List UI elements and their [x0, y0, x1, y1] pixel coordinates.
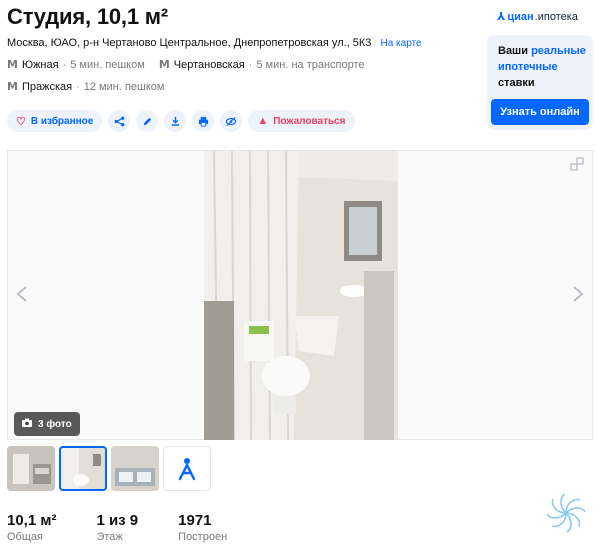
print-icon	[198, 116, 208, 127]
favorite-button[interactable]: ♡ В избранное	[7, 110, 103, 132]
heart-icon: ♡	[16, 115, 26, 128]
tour-button[interactable]	[163, 446, 211, 491]
prev-photo-button[interactable]	[16, 286, 28, 307]
address-text: Москва, ЮАО, р-н Чертаново Центральное, …	[7, 37, 372, 49]
tour-icon	[178, 457, 196, 480]
chevron-left-icon	[16, 286, 27, 302]
complain-label: Пожаловаться	[273, 115, 346, 127]
share-button[interactable]	[108, 110, 131, 132]
hide-button[interactable]	[220, 110, 243, 132]
metro-row-1: M Южная · 5 мин. пешком M Чертановская ·…	[7, 58, 365, 71]
brand-name: циан	[507, 10, 534, 23]
listing-address: Москва, ЮАО, р-н Чертаново Центральное, …	[7, 37, 422, 49]
favorite-label: В избранное	[30, 115, 94, 127]
metro-icon: M	[7, 80, 18, 93]
separator-dot: ·	[248, 58, 253, 71]
metro-icon: M	[158, 58, 170, 71]
separator-dot: ·	[76, 80, 80, 93]
map-link[interactable]: На карте	[380, 38, 421, 49]
share-icon	[114, 116, 125, 126]
thumbnail-strip	[7, 446, 211, 491]
separator-dot: ·	[62, 58, 67, 71]
camera-icon	[22, 418, 32, 430]
metro-time: 5 мин. пешком	[70, 58, 145, 71]
metro-station[interactable]: Пражская	[22, 81, 72, 93]
print-button[interactable]	[192, 110, 215, 132]
warning-icon: ▲	[257, 115, 269, 127]
metro-time: 5 мин. на транспорте	[256, 58, 365, 71]
cian-ipoteka-logo[interactable]: ⅄ циан .ипотека	[497, 10, 578, 23]
mortgage-promo-card: Ваши реальные ипотечные ставки Узнать он…	[487, 35, 593, 130]
photo-gallery: 3 фото	[7, 150, 593, 440]
chevron-right-icon	[573, 286, 584, 302]
edit-button[interactable]	[136, 110, 159, 132]
metro-time: 12 мин. пешком	[83, 80, 165, 93]
fact-floor: 1 из 9 Этаж	[96, 512, 139, 543]
key-facts: 10,1 м² Общая 1 из 9 Этаж 1971 Построен	[7, 512, 267, 543]
download-icon	[171, 116, 180, 126]
learn-online-button[interactable]: Узнать онлайн	[491, 99, 589, 125]
hide-icon	[226, 116, 237, 126]
listing-photo[interactable]	[204, 151, 398, 440]
metro-station[interactable]: Южная	[22, 59, 59, 71]
cian-logo-icon: ⅄	[497, 10, 506, 23]
metro-icon: M	[7, 58, 18, 71]
fact-area: 10,1 м² Общая	[7, 512, 57, 543]
download-button[interactable]	[164, 110, 187, 132]
thumbnail-3[interactable]	[111, 446, 159, 491]
fact-year-built: 1971 Построен	[178, 512, 228, 543]
photo-count-badge[interactable]: 3 фото	[14, 412, 80, 436]
edit-icon	[143, 117, 152, 125]
complain-button[interactable]: ▲ Пожаловаться	[248, 110, 355, 132]
action-bar: ♡ В избранное ▲ Пожаловаться	[7, 110, 355, 132]
promo-text: Ваши реальные ипотечные ставки	[498, 45, 586, 89]
brand-product: .ипотека	[534, 10, 578, 23]
thumbnail-2[interactable]	[59, 446, 107, 491]
thumbnail-1[interactable]	[7, 446, 55, 491]
next-photo-button[interactable]	[572, 286, 584, 307]
metro-row-2: M Пражская · 12 мин. пешком	[7, 80, 164, 93]
watermark-logo	[546, 493, 586, 533]
listing-title: Студия, 10,1 м²	[7, 4, 168, 29]
metro-station[interactable]: Чертановская	[174, 59, 245, 71]
expand-icon[interactable]	[570, 157, 584, 174]
